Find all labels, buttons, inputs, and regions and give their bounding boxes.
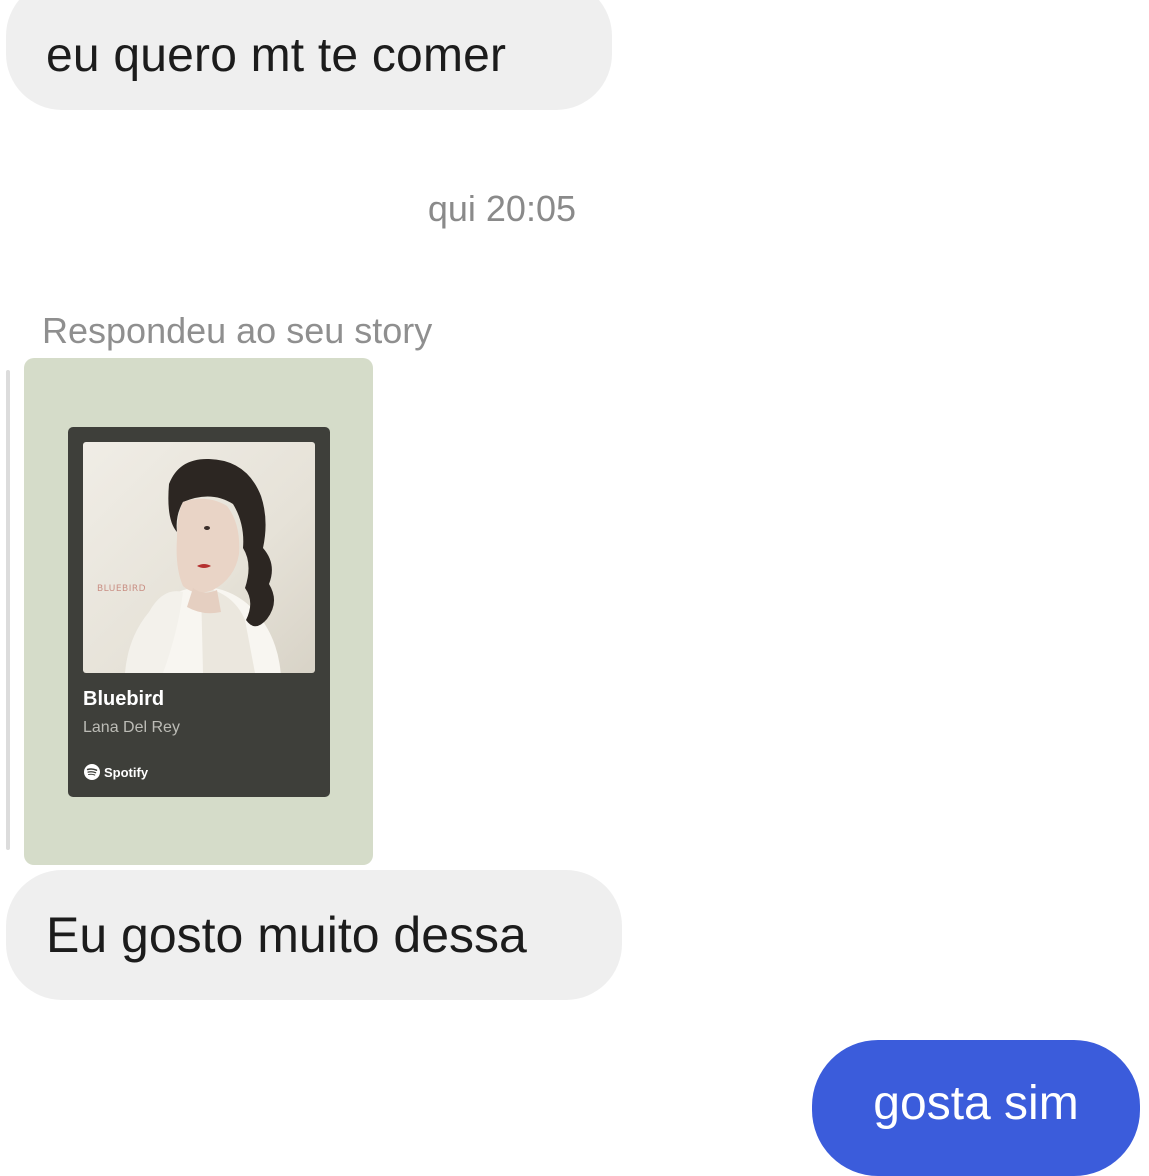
- track-title[interactable]: Bluebird: [83, 688, 164, 711]
- album-cover-photo: [125, 458, 281, 673]
- story-reply-caption: Respondeu ao seu story: [42, 310, 433, 351]
- album-cover-text: BLUEBIRD: [97, 584, 147, 594]
- track-artist[interactable]: Lana Del Rey: [83, 719, 180, 737]
- spotify-brand[interactable]: Spotify: [83, 763, 148, 781]
- spotify-icon: [84, 764, 100, 780]
- spotify-brand-label: Spotify: [104, 764, 149, 780]
- message-timestamp: qui 20:05: [427, 188, 576, 229]
- chat-thread: eu quero mt te comer qui 20:05 Respondeu…: [0, 0, 1149, 1176]
- reply-indicator-line: [6, 370, 10, 850]
- message-text: gosta sim: [873, 1076, 1079, 1130]
- outgoing-message-bubble[interactable]: gosta sim: [812, 1040, 1140, 1176]
- spotify-track-card[interactable]: BLUEBIRD Bluebird Lana Del Rey Spotify: [68, 427, 330, 797]
- album-cover: BLUEBIRD: [83, 442, 315, 673]
- story-preview[interactable]: BLUEBIRD Bluebird Lana Del Rey Spotify: [24, 358, 373, 865]
- incoming-message-bubble[interactable]: Eu gosto muito dessa: [6, 870, 622, 1000]
- incoming-message-bubble[interactable]: eu quero mt te comer: [6, 0, 612, 110]
- message-text: eu quero mt te comer: [46, 28, 507, 82]
- message-text: Eu gosto muito dessa: [46, 907, 527, 963]
